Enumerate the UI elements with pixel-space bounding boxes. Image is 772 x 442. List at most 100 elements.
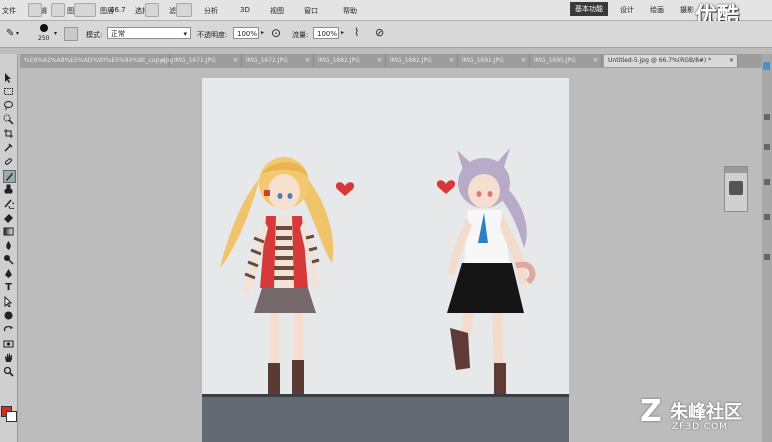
tab-document-6[interactable]: IMG_1691.JPG ✕ <box>458 55 530 67</box>
opacity-label: 不透明度: <box>197 31 228 39</box>
menu-3d[interactable]: 3D <box>240 6 250 14</box>
canvas-floor <box>202 394 569 442</box>
type-tool-icon[interactable]: T <box>3 282 14 293</box>
chevron-right-icon[interactable]: ▸ <box>341 29 344 36</box>
hand-tool-icon[interactable] <box>3 352 14 363</box>
3d-rotate-tool-icon[interactable] <box>3 324 14 335</box>
crop-tool-icon[interactable] <box>3 128 14 139</box>
marquee-tool-icon[interactable] <box>3 86 14 97</box>
brush-panel-toggle[interactable] <box>64 27 78 41</box>
tab-document-3[interactable]: IMG_1672.JPG ✕ <box>242 55 314 67</box>
workspace-design[interactable]: 设计 <box>615 3 639 17</box>
close-icon[interactable]: ✕ <box>377 55 382 67</box>
close-icon[interactable]: ✕ <box>449 55 454 67</box>
close-icon[interactable]: ✕ <box>233 55 238 67</box>
flow-field[interactable]: 100% <box>313 27 339 39</box>
tools-panel: T <box>0 54 18 442</box>
zoom-tool-icon[interactable] <box>3 366 14 377</box>
menu-analysis[interactable]: 分析 <box>204 6 218 16</box>
close-icon[interactable]: ✕ <box>521 55 526 67</box>
collapsed-panel <box>724 166 748 212</box>
tab-document-1[interactable]: %E6%A2%A8%E5%AD%90%E5%90%8E_copy.jpg ✕ <box>20 55 174 67</box>
arrange-documents-button[interactable] <box>176 3 192 17</box>
tab-document-2[interactable]: IMG_1671.JPG ✕ <box>170 55 242 67</box>
zoom-level[interactable]: 66.7 <box>110 6 126 14</box>
navigator-icon[interactable] <box>729 181 743 195</box>
chevron-down-icon[interactable]: ▾ <box>16 30 19 37</box>
menu-bar: 文件 编辑 图像 图层 选择 滤镜 分析 3D 视图 窗口 帮助 66.7 基本… <box>0 0 772 29</box>
background-color-swatch[interactable] <box>6 411 17 422</box>
gradient-tool-icon[interactable] <box>3 226 14 237</box>
panel-icon[interactable] <box>764 214 770 220</box>
brush-tool-icon[interactable] <box>3 170 16 183</box>
tab-label: IMG_1682.JPG <box>390 57 432 64</box>
close-icon[interactable]: ✕ <box>729 55 734 67</box>
menu-view[interactable]: 视图 <box>270 6 284 16</box>
watermark-subtitle: ZF3D.COM <box>672 422 728 432</box>
opacity-field[interactable]: 100% <box>233 27 259 39</box>
panel-icon[interactable] <box>764 144 770 150</box>
minibridge-button[interactable] <box>51 3 65 17</box>
airbrush-icon[interactable]: ⌇ <box>354 26 359 39</box>
lasso-tool-icon[interactable] <box>3 100 14 111</box>
close-icon[interactable]: ✕ <box>305 55 310 67</box>
artwork <box>220 148 536 421</box>
tab-document-5[interactable]: IMG_1682.JPG ✕ <box>386 55 458 67</box>
heart-icon <box>436 180 456 194</box>
close-icon[interactable]: ✕ <box>161 55 166 67</box>
menu-file[interactable]: 文件 <box>2 6 16 16</box>
shape-tool-icon[interactable] <box>3 310 14 321</box>
quick-selection-tool-icon[interactable] <box>3 114 14 125</box>
tab-document-7[interactable]: IMG_1695.JPG ✕ <box>530 55 602 67</box>
hand-tool-button[interactable] <box>145 3 159 17</box>
panel-icon[interactable] <box>764 254 770 260</box>
eyedropper-tool-icon[interactable] <box>3 142 14 153</box>
tab-document-active[interactable]: Untitled-5.jpg @ 66.7%(RGB/8#) * ✕ <box>604 55 738 67</box>
menu-help[interactable]: 帮助 <box>343 6 357 16</box>
dodge-tool-icon[interactable] <box>3 254 14 265</box>
heart-icon <box>335 182 355 196</box>
tab-label: %E6%A2%A8%E5%AD%90%E5%90%8E_copy.jpg <box>24 57 174 64</box>
expand-panels-icon[interactable] <box>763 62 770 70</box>
tab-label: IMG_1691.JPG <box>462 57 504 64</box>
panel-icon[interactable] <box>764 179 770 185</box>
flow-label: 流量: <box>292 31 309 39</box>
pressure-size-icon[interactable]: ⊘ <box>375 26 384 39</box>
path-selection-tool-icon[interactable] <box>3 296 14 307</box>
clone-stamp-tool-icon[interactable] <box>3 184 14 195</box>
panel-header[interactable] <box>725 167 747 173</box>
move-tool-icon[interactable] <box>3 72 14 83</box>
brush-size[interactable]: 250 <box>38 35 49 42</box>
panel-dock <box>762 54 772 442</box>
view-extras-button[interactable] <box>74 3 96 17</box>
tab-label: IMG_1671.JPG <box>174 57 216 64</box>
tab-document-4[interactable]: IMG_1682.JPG ✕ <box>314 55 386 67</box>
tab-label: IMG_1672.JPG <box>246 57 288 64</box>
chevron-right-icon[interactable]: ▸ <box>261 29 264 36</box>
close-icon[interactable]: ✕ <box>593 55 598 67</box>
tab-label: IMG_1682.JPG <box>318 57 360 64</box>
right-character <box>447 148 536 421</box>
options-bar: ✎ ▾ 250 ▾ 模式: 正常 ▾ 不透明度: 100% ▸ ⊙ 流量: 10… <box>0 21 772 48</box>
zf3d-watermark: Z 朱峰社区 ZF3D.COM <box>640 392 770 442</box>
bridge-button[interactable] <box>28 3 42 17</box>
tab-label: IMG_1695.JPG <box>534 57 576 64</box>
menu-window[interactable]: 窗口 <box>304 6 318 16</box>
eraser-tool-icon[interactable] <box>3 212 14 223</box>
history-brush-tool-icon[interactable] <box>3 198 14 209</box>
left-character <box>220 157 334 418</box>
3d-camera-tool-icon[interactable] <box>3 338 14 349</box>
panel-icon[interactable] <box>764 114 770 120</box>
blur-tool-icon[interactable] <box>3 240 14 251</box>
document-canvas[interactable] <box>202 78 569 442</box>
mode-select[interactable]: 正常 ▾ <box>107 27 191 39</box>
zf-logo-icon: Z <box>640 394 662 429</box>
workspace-essentials[interactable]: 基本功能 <box>570 2 608 16</box>
brush-preset-icon[interactable]: ✎ <box>6 28 14 39</box>
pressure-opacity-icon[interactable]: ⊙ <box>271 26 281 40</box>
workspace-painting[interactable]: 绘画 <box>645 3 669 17</box>
pen-tool-icon[interactable] <box>3 268 14 279</box>
brush-tip-icon <box>40 24 48 32</box>
healing-brush-tool-icon[interactable] <box>3 156 14 167</box>
chevron-down-icon[interactable]: ▾ <box>54 30 57 37</box>
